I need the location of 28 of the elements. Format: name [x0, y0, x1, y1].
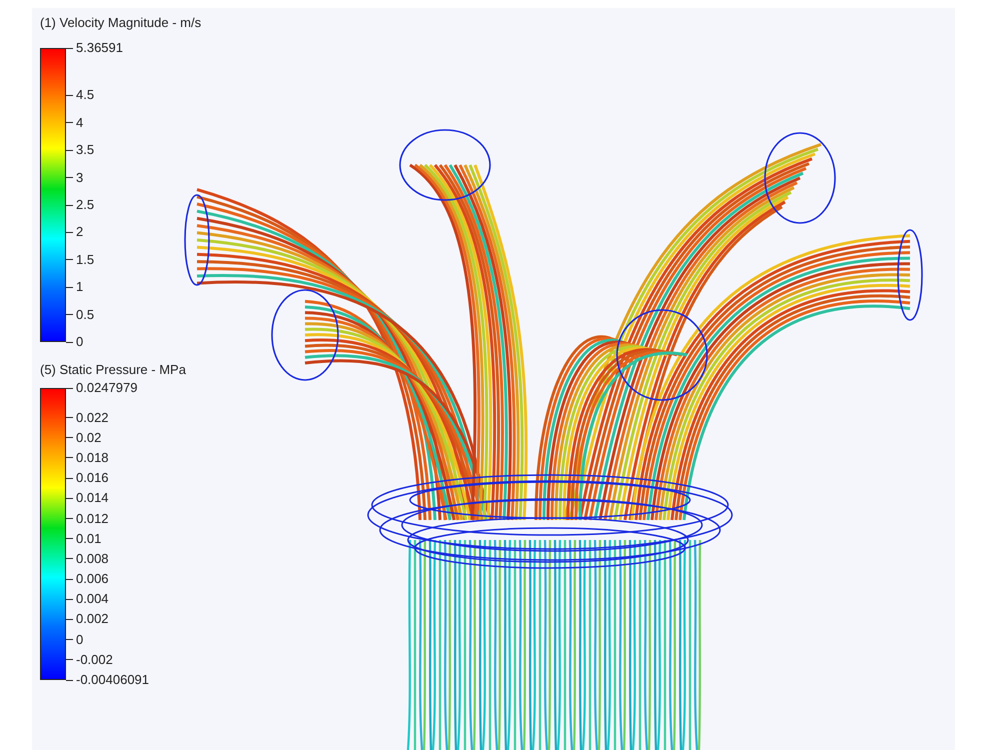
scale-label: 0.012: [76, 510, 109, 526]
scale-label: 0: [76, 632, 84, 648]
scale-label: 0.008: [76, 550, 109, 567]
scale-label: 1: [76, 279, 84, 296]
scale-label: 0.02: [76, 430, 102, 446]
scale-label: 3.5: [76, 142, 94, 158]
scale-label: 0.016: [76, 470, 109, 486]
scale-label: 0.01: [76, 530, 102, 547]
legend-title: (1) Velocity Magnitude - m/s: [40, 15, 202, 31]
scale-label: 0.002: [76, 611, 109, 628]
scale-label: 0.0247979: [76, 380, 138, 396]
scale-label: 4: [76, 114, 84, 131]
scale-label: 5.36591: [76, 40, 123, 56]
scale-label: 0: [76, 334, 84, 350]
scale-label: 0.5: [76, 306, 94, 323]
scale-label: 0.018: [76, 450, 109, 466]
scale-label: 0.004: [76, 591, 109, 608]
scale-label: -0.002: [76, 652, 113, 668]
scale-label: 0.014: [76, 490, 109, 506]
scale-label: 4.5: [76, 87, 94, 104]
scale-label: 0.022: [76, 410, 109, 426]
scale-label: 2.5: [76, 197, 94, 214]
scale-label: 0.006: [76, 571, 109, 588]
scale-label: 1.5: [76, 252, 94, 268]
legend-title: (5) Static Pressure - MPa: [40, 362, 187, 378]
scale-label: -0.00406091: [76, 672, 150, 688]
scale-label: 2: [76, 224, 84, 240]
scale-label: 3: [76, 170, 84, 186]
